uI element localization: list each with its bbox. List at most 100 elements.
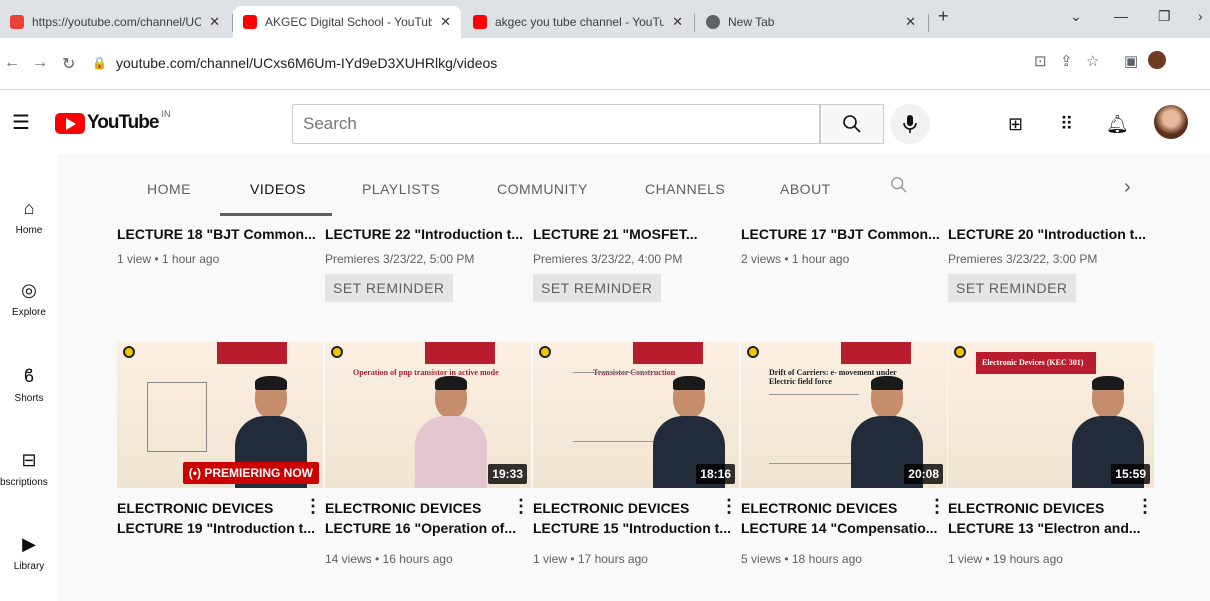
apps-grid-icon[interactable]: ⠿	[1060, 114, 1073, 135]
video-meta: 14 views • 16 hours ago	[325, 552, 453, 566]
browser-tab-2[interactable]: AKGEC Digital School - YouTube ✕	[233, 6, 461, 38]
video-card[interactable]: LECTURE 21 "MOSFET... Premieres 3/23/22,…	[533, 224, 741, 302]
address-bar-row: ← → ↻ 🔒 youtube.com/channel/UCxs6M6Um-IY…	[0, 38, 1210, 90]
tab-about[interactable]: ABOUT	[780, 181, 831, 197]
youtube-logo[interactable]: YouTube IN	[55, 109, 170, 134]
video-thumbnail[interactable]: Operation of pnp transistor in active mo…	[325, 342, 531, 488]
channel-search-icon[interactable]	[890, 176, 908, 199]
tab-playlists[interactable]: PLAYLISTS	[362, 181, 440, 197]
more-actions-icon[interactable]: ⋮	[1136, 496, 1154, 517]
video-title-line1[interactable]: ELECTRONIC DEVICES	[325, 498, 533, 518]
minimize-icon[interactable]: —	[1114, 8, 1128, 24]
lecturer-figure	[415, 376, 487, 488]
video-card-info: ELECTRONIC DEVICES LECTURE 15 "Introduct…	[533, 498, 741, 566]
browser-tab-4[interactable]: New Tab ✕	[696, 6, 926, 38]
tab-home[interactable]: HOME	[147, 181, 191, 197]
sidebar-item-label: Shorts	[14, 393, 44, 404]
browser-tab-3[interactable]: akgec you tube channel - YouTul ✕	[463, 6, 693, 38]
slide-title: Electronic Devices (KEC 301)	[982, 358, 1084, 367]
video-thumbnail[interactable]: Drift of Carriers: e- movement under Ele…	[741, 342, 947, 488]
search-input[interactable]: Search	[292, 104, 820, 144]
sidepanel-icon[interactable]: ▣	[1124, 52, 1138, 70]
video-duration: 15:59	[1111, 464, 1150, 484]
tab-community[interactable]: COMMUNITY	[497, 181, 588, 197]
search-icon	[843, 115, 861, 133]
video-title-line1[interactable]: ELECTRONIC DEVICES	[117, 498, 325, 518]
close-tab-icon[interactable]: ✕	[209, 14, 220, 30]
share-icon[interactable]: ⇪	[1060, 52, 1073, 70]
video-title-line1[interactable]: ELECTRONIC DEVICES	[533, 498, 741, 518]
sidebar-item-home[interactable]: ⌂ Home	[0, 198, 58, 236]
video-card-info: ELECTRONIC DEVICES LECTURE 14 "Compensat…	[741, 498, 949, 566]
tab-search-icon[interactable]: ⌄	[1070, 8, 1082, 25]
set-reminder-button[interactable]: SET REMINDER	[948, 274, 1076, 302]
set-reminder-button[interactable]: SET REMINDER	[533, 274, 661, 302]
video-title-line1[interactable]: ELECTRONIC DEVICES	[948, 498, 1156, 518]
video-title[interactable]: LECTURE 20 "Introduction t...	[948, 224, 1156, 244]
video-thumbnail[interactable]: Electronic Devices (KEC 301) 15:59	[948, 342, 1154, 488]
logo-text: YouTube	[87, 112, 159, 133]
chevron-right-icon[interactable]: ›	[1124, 176, 1131, 199]
video-thumbnail[interactable]: (•) PREMIERING NOW	[117, 342, 323, 488]
sidebar-item-subscriptions[interactable]: ⊟ bscriptions	[0, 450, 58, 488]
lock-icon: 🔒	[92, 56, 107, 70]
forward-icon[interactable]: →	[32, 54, 48, 72]
set-reminder-button[interactable]: SET REMINDER	[325, 274, 453, 302]
menu-icon[interactable]: ☰	[12, 110, 30, 135]
video-card[interactable]: LECTURE 18 "BJT Common... 1 view • 1 hou…	[117, 224, 325, 266]
new-tab-button[interactable]: +	[938, 6, 949, 27]
search-button[interactable]	[820, 104, 884, 144]
video-meta: 5 views • 18 hours ago	[741, 552, 862, 566]
video-card[interactable]: LECTURE 20 "Introduction t... Premieres …	[948, 224, 1156, 302]
close-tab-icon[interactable]: ✕	[440, 14, 451, 30]
more-actions-icon[interactable]: ⋮	[512, 496, 530, 517]
more-actions-icon[interactable]: ⋮	[304, 496, 322, 517]
tab-channels[interactable]: CHANNELS	[645, 181, 725, 197]
video-card-info: ELECTRONIC DEVICES LECTURE 19 "Introduct…	[117, 498, 325, 538]
account-avatar[interactable]	[1154, 105, 1188, 139]
video-title[interactable]: LECTURE 21 "MOSFET...	[533, 224, 741, 244]
tab-videos[interactable]: VIDEOS	[250, 181, 306, 197]
sidebar-item-label: Home	[15, 225, 43, 236]
video-card[interactable]: LECTURE 22 "Introduction t... Premieres …	[325, 224, 533, 302]
home-icon: ⌂	[23, 198, 35, 218]
sidebar-item-label: Library	[13, 561, 45, 572]
create-video-icon[interactable]: ⊞	[1008, 114, 1023, 135]
browser-tab-bar: https://youtube.com/channel/UC ✕ AKGEC D…	[0, 0, 1210, 38]
tab-title: New Tab	[728, 15, 775, 29]
browser-tab-1[interactable]: https://youtube.com/channel/UC ✕	[0, 6, 230, 38]
install-app-icon[interactable]: ⊡	[1034, 52, 1047, 70]
voice-search-button[interactable]	[890, 104, 930, 144]
videos-grid: LECTURE 18 "BJT Common... 1 view • 1 hou…	[58, 216, 1210, 601]
video-title[interactable]: LECTURE 22 "Introduction t...	[325, 224, 533, 244]
video-thumbnail[interactable]: Transistor Construction 18:16	[533, 342, 739, 488]
channel-watermark-icon	[954, 346, 966, 358]
more-actions-icon[interactable]: ⋮	[720, 496, 738, 517]
video-card[interactable]: LECTURE 17 "BJT Common... 2 views • 1 ho…	[741, 224, 949, 266]
sidebar-item-library[interactable]: ▶ Library	[0, 534, 58, 572]
video-title-line2[interactable]: LECTURE 13 "Electron and...	[948, 518, 1156, 538]
video-title-line2[interactable]: LECTURE 15 "Introduction t...	[533, 518, 741, 538]
video-title-line2[interactable]: LECTURE 14 "Compensatio...	[741, 518, 949, 538]
profile-avatar-icon[interactable]	[1148, 51, 1166, 69]
reload-icon[interactable]: ↻	[62, 54, 75, 74]
video-title-line1[interactable]: ELECTRONIC DEVICES	[741, 498, 949, 518]
close-tab-icon[interactable]: ✕	[672, 14, 683, 30]
back-icon[interactable]: ←	[4, 54, 20, 72]
channel-watermark-icon	[539, 346, 551, 358]
video-title-line2[interactable]: LECTURE 19 "Introduction t...	[117, 518, 325, 538]
video-title-line2[interactable]: LECTURE 16 "Operation of...	[325, 518, 533, 538]
sidebar-item-explore[interactable]: ◎ Explore	[0, 280, 58, 318]
bookmark-star-icon[interactable]: ☆	[1086, 52, 1099, 70]
video-duration: 18:16	[696, 464, 735, 484]
restore-icon[interactable]: ❐	[1158, 8, 1171, 25]
channel-watermark-icon	[747, 346, 759, 358]
close-window-icon[interactable]: ›	[1198, 8, 1203, 24]
video-title[interactable]: LECTURE 17 "BJT Common...	[741, 224, 949, 244]
close-tab-icon[interactable]: ✕	[905, 14, 916, 30]
video-meta: Premieres 3/23/22, 4:00 PM	[533, 252, 683, 266]
notifications-bell-icon[interactable]: 🔔︎	[1106, 114, 1129, 135]
video-title[interactable]: LECTURE 18 "BJT Common...	[117, 224, 325, 244]
more-actions-icon[interactable]: ⋮	[928, 496, 946, 517]
sidebar-item-shorts[interactable]: ϐ Shorts	[0, 366, 58, 404]
